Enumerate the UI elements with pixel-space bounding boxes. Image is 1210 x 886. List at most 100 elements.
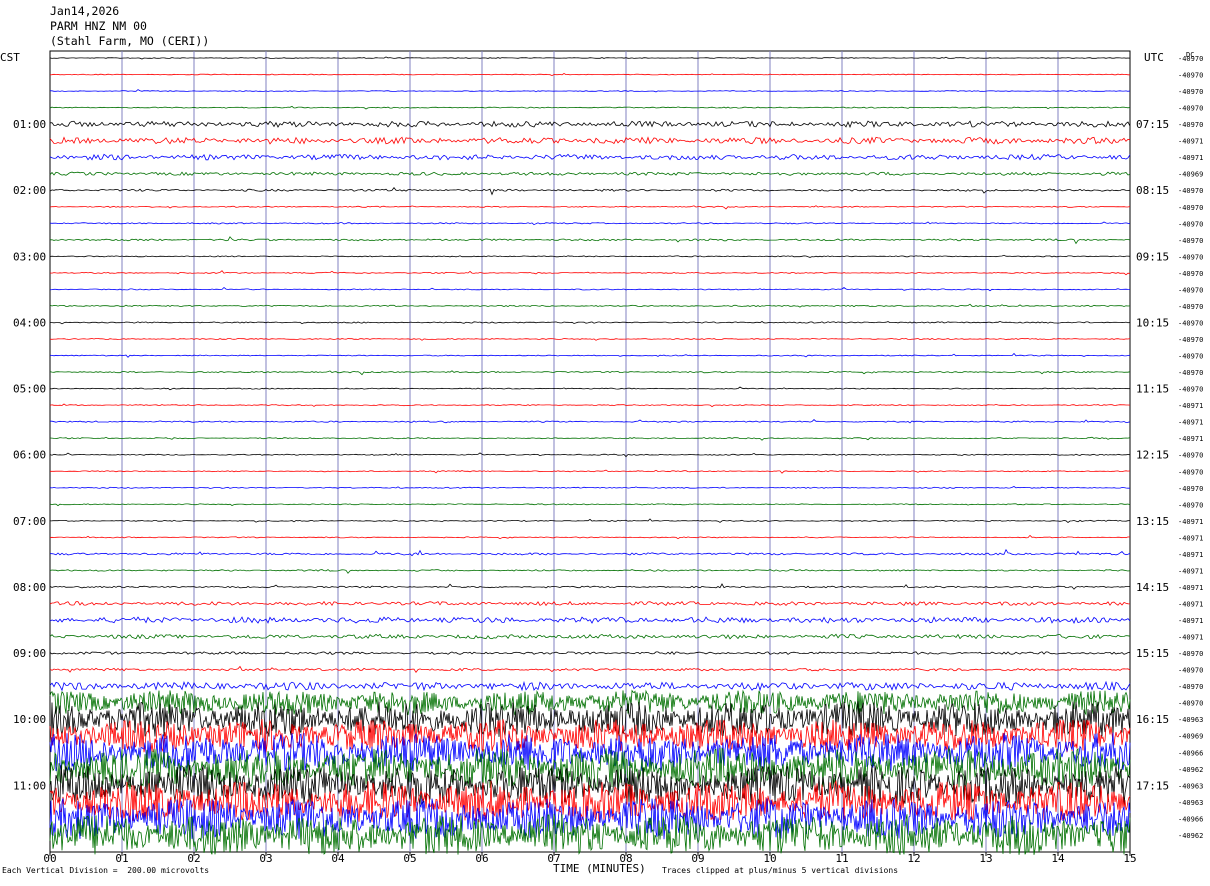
cst-time-label: 07:00	[13, 515, 46, 528]
seismic-trace	[49, 270, 1131, 276]
dc-offset-label: -40971	[1178, 617, 1203, 625]
dc-offset-label: -40970	[1178, 452, 1203, 460]
seismic-traces	[49, 56, 1131, 855]
seismic-trace	[49, 665, 1131, 674]
dc-offset-label: -40971	[1178, 138, 1203, 146]
dc-offset-label: -40970	[1178, 485, 1203, 493]
dc-offset-label: -40969	[1178, 171, 1203, 179]
cst-time-label: 02:00	[13, 184, 46, 197]
utc-time-label: 12:15	[1136, 449, 1169, 462]
x-tick-label: 14	[1051, 852, 1065, 865]
dc-offset-label: -40970	[1178, 369, 1203, 377]
dc-offset-label: -40966	[1178, 749, 1203, 757]
seismic-trace	[49, 221, 1131, 226]
seismic-trace	[49, 320, 1131, 325]
seismic-trace	[49, 403, 1131, 408]
dc-offset-label: -40971	[1178, 567, 1203, 575]
dc-offset-label: -40971	[1178, 154, 1203, 162]
clip-note: Traces clipped at plus/minus 5 vertical …	[662, 866, 899, 875]
cst-time-label: 01:00	[13, 118, 46, 131]
x-tick-label: 13	[979, 852, 992, 865]
dc-offset-label: -40969	[1178, 733, 1203, 741]
x-tick-label: 10	[763, 852, 776, 865]
dc-offset-label: -40970	[1178, 220, 1203, 228]
cst-time-label: 11:00	[13, 779, 46, 792]
seismic-trace	[50, 419, 1131, 424]
seismic-trace	[49, 254, 1131, 258]
seismic-trace	[49, 583, 1130, 590]
seismic-trace	[49, 616, 1131, 624]
x-axis-title: TIME (MINUTES)	[553, 862, 646, 875]
dc-offset-label: -40971	[1178, 518, 1203, 526]
dc-offset-label: -40970	[1178, 286, 1203, 294]
dc-offset-label: -40971	[1178, 534, 1203, 542]
x-tick-label: 04	[331, 852, 345, 865]
seismic-trace	[49, 633, 1131, 640]
scale-note: Each Vertical Division = 200.00 microvol…	[2, 866, 210, 875]
seismic-trace	[49, 73, 1130, 77]
dc-offset-label: -40962	[1178, 766, 1203, 774]
dc-offset-label: -40970	[1178, 187, 1203, 195]
seismic-trace	[49, 56, 1131, 60]
dc-offset-label: -40970	[1178, 650, 1203, 658]
dc-offset-label: -40970	[1178, 55, 1203, 63]
seismic-trace	[49, 370, 1131, 376]
cst-time-label: 04:00	[13, 316, 46, 329]
dc-offset-label: -40970	[1178, 204, 1203, 212]
seismic-trace	[49, 689, 1131, 716]
x-tick-label: 03	[259, 852, 272, 865]
seismic-trace	[49, 120, 1131, 129]
cst-axis-label: CST	[0, 51, 20, 64]
dc-offset-label: -40970	[1178, 667, 1203, 675]
seismic-trace	[49, 171, 1131, 176]
seismic-trace	[49, 205, 1131, 210]
time-grid	[49, 50, 1131, 853]
seismic-trace	[49, 136, 1131, 145]
dc-offset-label: -40966	[1178, 815, 1203, 823]
dc-offset-label: -40970	[1178, 237, 1203, 245]
x-tick-label: 06	[475, 852, 488, 865]
plot-frame	[49, 50, 1131, 853]
dc-offset-label: -40971	[1178, 402, 1203, 410]
x-tick-label: 11	[835, 852, 848, 865]
seismic-trace	[50, 236, 1131, 245]
dc-offset-label: -40970	[1178, 501, 1203, 509]
dc-offset-label: -40971	[1178, 551, 1203, 559]
x-tick-label: 09	[691, 852, 704, 865]
seismic-trace	[49, 548, 1131, 557]
cst-time-label: 06:00	[13, 449, 46, 462]
seismic-trace	[49, 798, 1131, 840]
dc-offset-label: -40970	[1178, 336, 1203, 344]
dc-offset-label: -40971	[1178, 600, 1203, 608]
seismic-trace	[49, 337, 1131, 341]
utc-time-label: 08:15	[1136, 184, 1169, 197]
seismic-trace	[49, 518, 1131, 524]
dc-offset-label: -40970	[1178, 253, 1203, 261]
seismic-trace	[49, 105, 1131, 110]
seismic-trace	[49, 452, 1131, 458]
utc-time-label: 14:15	[1136, 581, 1169, 594]
dc-offset-label: -40970	[1178, 72, 1203, 80]
dc-offset-label: -40970	[1178, 105, 1203, 113]
dc-offset-label: -40970	[1178, 121, 1203, 129]
utc-time-label: 15:15	[1136, 647, 1169, 660]
x-tick-label: 15	[1123, 852, 1136, 865]
seismic-trace	[49, 680, 1131, 692]
utc-time-label: 10:15	[1136, 316, 1169, 329]
utc-time-label: 17:15	[1136, 779, 1169, 792]
seismic-trace	[50, 469, 1131, 474]
seismic-trace	[49, 651, 1131, 656]
utc-time-label: 09:15	[1136, 250, 1169, 263]
dc-offset-label: -40970	[1178, 88, 1203, 96]
dc-offset-label: -40963	[1178, 716, 1203, 724]
dc-offset-label: -40970	[1178, 683, 1203, 691]
seismic-trace	[49, 187, 1131, 196]
dc-offset-label: -40970	[1178, 319, 1203, 327]
utc-time-label: 07:15	[1136, 118, 1169, 131]
dc-offset-label: -40970	[1178, 700, 1203, 708]
x-tick-label: 02	[187, 852, 200, 865]
dc-offset-label: -40971	[1178, 419, 1203, 427]
seismic-trace	[49, 153, 1131, 161]
helicorder-plot: CST UTC DC01:0002:0003:0004:0005:0006:0007…	[0, 50, 1203, 865]
cst-time-label: 05:00	[13, 383, 46, 396]
